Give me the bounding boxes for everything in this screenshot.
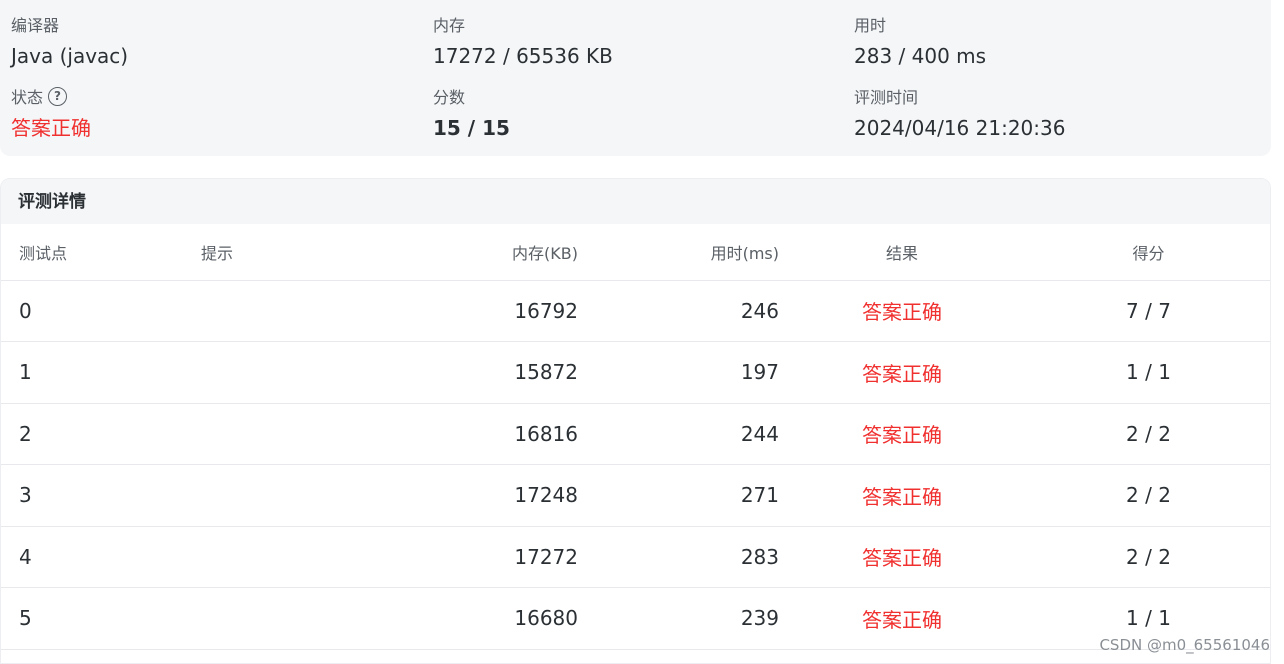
watermark: CSDN @m0_65561046 (1099, 636, 1270, 654)
case-score: 1 / 1 (1025, 341, 1270, 404)
case-id: 4 (1, 526, 201, 588)
memory-label: 内存 (433, 16, 466, 35)
case-hint (201, 341, 331, 404)
case-memory: 16680 (331, 587, 578, 650)
judge-time-field: 评测时间 2024/04/16 21:20:36 (854, 85, 1065, 141)
case-time: 244 (578, 403, 779, 465)
column-header-score: 得分 (1025, 224, 1270, 281)
table-row: 0 16792 246 答案正确 7 / 7 (1, 280, 1270, 342)
compiler-value: Java (javac) (11, 44, 129, 68)
time-field: 用时 283 / 400 ms (854, 13, 986, 69)
status-field: 状态 ? 答案正确 (11, 85, 91, 141)
score-label: 分数 (433, 88, 466, 107)
status-value: 答案正确 (11, 116, 91, 140)
table-row: 1 15872 197 答案正确 1 / 1 (1, 341, 1270, 404)
case-time: 246 (578, 280, 779, 342)
status-label: 状态 (11, 88, 44, 107)
case-hint (201, 587, 331, 650)
column-header-result: 结果 (779, 224, 1025, 281)
case-score: 7 / 7 (1025, 280, 1270, 342)
memory-field: 内存 17272 / 65536 KB (433, 13, 613, 69)
case-hint (201, 464, 331, 527)
case-time: 239 (578, 587, 779, 650)
time-value: 283 / 400 ms (854, 44, 987, 68)
score-field: 分数 15 / 15 (433, 85, 510, 141)
column-header-hint: 提示 (201, 224, 331, 281)
memory-value: 17272 / 65536 KB (433, 44, 613, 68)
table-row: 3 17248 271 答案正确 2 / 2 (1, 464, 1270, 527)
judge-detail-title: 评测详情 (1, 179, 1270, 224)
column-header-time: 用时(ms) (578, 224, 779, 281)
compiler-label: 编译器 (11, 16, 60, 35)
case-id: 5 (1, 587, 201, 650)
case-time: 271 (578, 464, 779, 527)
judge-time-label: 评测时间 (854, 88, 919, 107)
table-row: 2 16816 244 答案正确 2 / 2 (1, 403, 1270, 465)
case-result: 答案正确 (779, 587, 1025, 650)
table-row: 4 17272 283 答案正确 2 / 2 (1, 526, 1270, 588)
case-hint (201, 526, 331, 588)
column-header-memory: 内存(KB) (331, 224, 578, 281)
time-label: 用时 (854, 16, 887, 35)
column-header-case: 测试点 (1, 224, 201, 281)
judge-time-value: 2024/04/16 21:20:36 (854, 116, 1066, 140)
case-memory: 16792 (331, 280, 578, 342)
case-result: 答案正确 (779, 464, 1025, 527)
case-memory: 15872 (331, 341, 578, 404)
case-hint (201, 280, 331, 342)
submission-summary: 编译器 Java (javac) 内存 17272 / 65536 KB 用时 … (0, 0, 1271, 156)
case-memory: 17248 (331, 464, 578, 527)
case-score: 2 / 2 (1025, 526, 1270, 588)
case-result: 答案正确 (779, 341, 1025, 404)
case-id: 3 (1, 464, 201, 527)
case-time: 283 (578, 526, 779, 588)
case-id: 1 (1, 341, 201, 404)
table-header-row: 测试点 提示 内存(KB) 用时(ms) 结果 得分 (1, 224, 1270, 281)
score-value: 15 / 15 (433, 116, 510, 140)
case-memory: 17272 (331, 526, 578, 588)
results-table: 测试点 提示 内存(KB) 用时(ms) 结果 得分 0 16792 246 答… (1, 224, 1270, 650)
case-id: 2 (1, 403, 201, 465)
case-id: 0 (1, 280, 201, 342)
case-result: 答案正确 (779, 403, 1025, 465)
question-circle-icon[interactable]: ? (48, 86, 68, 106)
table-row: 5 16680 239 答案正确 1 / 1 (1, 587, 1270, 650)
case-result: 答案正确 (779, 280, 1025, 342)
case-result: 答案正确 (779, 526, 1025, 588)
compiler-field: 编译器 Java (javac) (11, 13, 128, 69)
case-score: 2 / 2 (1025, 464, 1270, 527)
case-memory: 16816 (331, 403, 578, 465)
case-hint (201, 403, 331, 465)
case-score: 2 / 2 (1025, 403, 1270, 465)
case-time: 197 (578, 341, 779, 404)
judge-detail-panel: 评测详情 测试点 提示 内存(KB) 用时(ms) 结果 得分 0 16792 … (0, 178, 1271, 664)
